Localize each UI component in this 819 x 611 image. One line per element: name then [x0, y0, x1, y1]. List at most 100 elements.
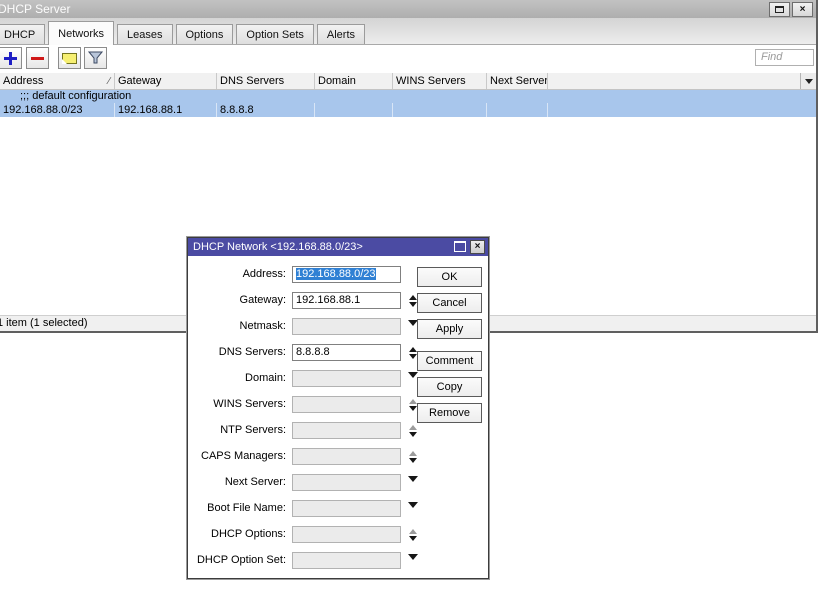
- dhcp-option-set-label: DHCP Option Set:: [196, 554, 286, 566]
- gateway-field[interactable]: 192.168.88.1: [292, 292, 401, 309]
- column-header-domain[interactable]: Domain: [315, 73, 393, 89]
- cell-dns-servers: 8.8.8.8: [217, 103, 315, 117]
- down-arrow-icon: [408, 458, 417, 463]
- down-arrow-icon: [408, 432, 417, 437]
- address-field[interactable]: 192.168.88.0/23: [292, 266, 401, 283]
- ok-button[interactable]: OK: [417, 267, 482, 287]
- up-arrow-icon: [408, 295, 417, 300]
- tab-networks[interactable]: Networks: [48, 21, 115, 45]
- dialog-close-icon: ×: [474, 241, 481, 252]
- column-header-dns-servers[interactable]: DNS Servers: [217, 73, 315, 89]
- remove-button[interactable]: [26, 47, 49, 69]
- dropdown-arrow-icon: [407, 320, 418, 326]
- address-label: Address:: [242, 268, 286, 280]
- wins-servers-field[interactable]: [292, 396, 401, 413]
- comment-note-icon: [62, 52, 77, 64]
- next-server-label: Next Server:: [224, 476, 286, 488]
- up-arrow-icon: [408, 529, 417, 534]
- wins-servers-label: WINS Servers:: [213, 398, 286, 410]
- selected-text: 192.168.88.0/23: [296, 268, 376, 280]
- remove-dialog-button[interactable]: Remove: [417, 403, 482, 423]
- column-header-filler: [548, 73, 800, 89]
- next-server-dropdown[interactable]: [407, 474, 418, 482]
- up-arrow-icon: [408, 425, 417, 430]
- dialog-maximize-icon[interactable]: [454, 241, 466, 252]
- chevron-down-icon: [804, 78, 813, 84]
- cell-wins-servers: [393, 103, 487, 117]
- gateway-label: Gateway:: [239, 294, 286, 306]
- boot-file-name-field[interactable]: [292, 500, 401, 517]
- down-arrow-icon: [408, 536, 417, 541]
- add-button[interactable]: [0, 47, 22, 69]
- domain-field[interactable]: [292, 370, 401, 387]
- netmask-field[interactable]: [292, 318, 401, 335]
- down-arrow-icon: [408, 406, 417, 411]
- ntp-servers-field[interactable]: [292, 422, 401, 439]
- copy-button[interactable]: Copy: [417, 377, 482, 397]
- tab-dhcp[interactable]: DHCP: [0, 24, 46, 44]
- dhcp-options-label: DHCP Options:: [211, 528, 286, 540]
- netmask-label: Netmask:: [239, 320, 286, 332]
- comment-dialog-button[interactable]: Comment: [417, 351, 482, 371]
- dhcp-network-dialog: DHCP Network <192.168.88.0/23> × Address…: [187, 237, 489, 579]
- down-arrow-icon: [408, 354, 417, 359]
- dropdown-arrow-icon: [407, 502, 418, 508]
- close-button[interactable]: ×: [792, 2, 813, 17]
- table-header: Address ∕ Gateway DNS Servers Domain WIN…: [0, 73, 816, 90]
- table-row-comment[interactable]: ;;; default configuration: [0, 90, 816, 103]
- ntp-servers-updown[interactable]: [407, 425, 418, 437]
- cell-next-server: [487, 103, 548, 117]
- down-arrow-icon: [408, 302, 417, 307]
- dialog-titlebar[interactable]: DHCP Network <192.168.88.0/23> ×: [188, 238, 488, 256]
- up-arrow-icon: [408, 347, 417, 352]
- column-header-address[interactable]: Address ∕: [0, 73, 115, 89]
- find-input[interactable]: Find: [755, 49, 814, 66]
- up-arrow-icon: [408, 451, 417, 456]
- column-picker-button[interactable]: [800, 73, 816, 89]
- dhcp-option-set-dropdown[interactable]: [407, 552, 418, 560]
- cancel-button[interactable]: Cancel: [417, 293, 482, 313]
- cell-filler: [548, 103, 816, 117]
- maximize-icon: [775, 6, 784, 13]
- window-titlebar[interactable]: DHCP Server ×: [0, 0, 816, 18]
- up-arrow-icon: [408, 399, 417, 404]
- comment-text: ;;; default configuration: [20, 90, 132, 102]
- tab-bar: DHCP Networks Leases Options Option Sets…: [0, 18, 816, 45]
- caps-managers-label: CAPS Managers:: [201, 450, 286, 462]
- next-server-field[interactable]: [292, 474, 401, 491]
- close-icon: ×: [799, 3, 806, 15]
- tab-options[interactable]: Options: [175, 24, 234, 44]
- toolbar: Find: [0, 45, 816, 73]
- caps-managers-updown[interactable]: [407, 451, 418, 463]
- tab-alerts[interactable]: Alerts: [316, 24, 366, 44]
- boot-file-name-dropdown[interactable]: [407, 500, 418, 508]
- dns-servers-label: DNS Servers:: [218, 346, 286, 358]
- cell-domain: [315, 103, 393, 117]
- tab-option-sets[interactable]: Option Sets: [236, 24, 314, 44]
- dropdown-arrow-icon: [407, 476, 418, 482]
- maximize-button[interactable]: [769, 2, 790, 17]
- dialog-title: DHCP Network <192.168.88.0/23>: [193, 241, 363, 253]
- caps-managers-field[interactable]: [292, 448, 401, 465]
- domain-label: Domain:: [245, 372, 286, 384]
- dhcp-options-field[interactable]: [292, 526, 401, 543]
- sort-ascending-icon: ∕: [108, 76, 110, 87]
- dropdown-arrow-icon: [407, 554, 418, 560]
- funnel-icon: [88, 51, 103, 64]
- column-header-next-server[interactable]: Next Server: [487, 73, 548, 89]
- minus-icon: [31, 56, 44, 60]
- column-header-gateway[interactable]: Gateway: [115, 73, 217, 89]
- window-title: DHCP Server: [0, 2, 71, 16]
- filter-button[interactable]: [84, 47, 107, 69]
- column-header-wins-servers[interactable]: WINS Servers: [393, 73, 487, 89]
- plus-icon: [4, 51, 17, 65]
- table-row[interactable]: 192.168.88.0/23 192.168.88.1 8.8.8.8: [0, 103, 816, 117]
- dialog-close-button[interactable]: ×: [470, 240, 485, 254]
- dns-servers-field[interactable]: 8.8.8.8: [292, 344, 401, 361]
- tab-leases[interactable]: Leases: [117, 24, 173, 44]
- dhcp-option-set-field[interactable]: [292, 552, 401, 569]
- dropdown-arrow-icon: [407, 372, 418, 378]
- comment-button[interactable]: [58, 47, 81, 69]
- dhcp-options-updown[interactable]: [407, 529, 418, 541]
- apply-button[interactable]: Apply: [417, 319, 482, 339]
